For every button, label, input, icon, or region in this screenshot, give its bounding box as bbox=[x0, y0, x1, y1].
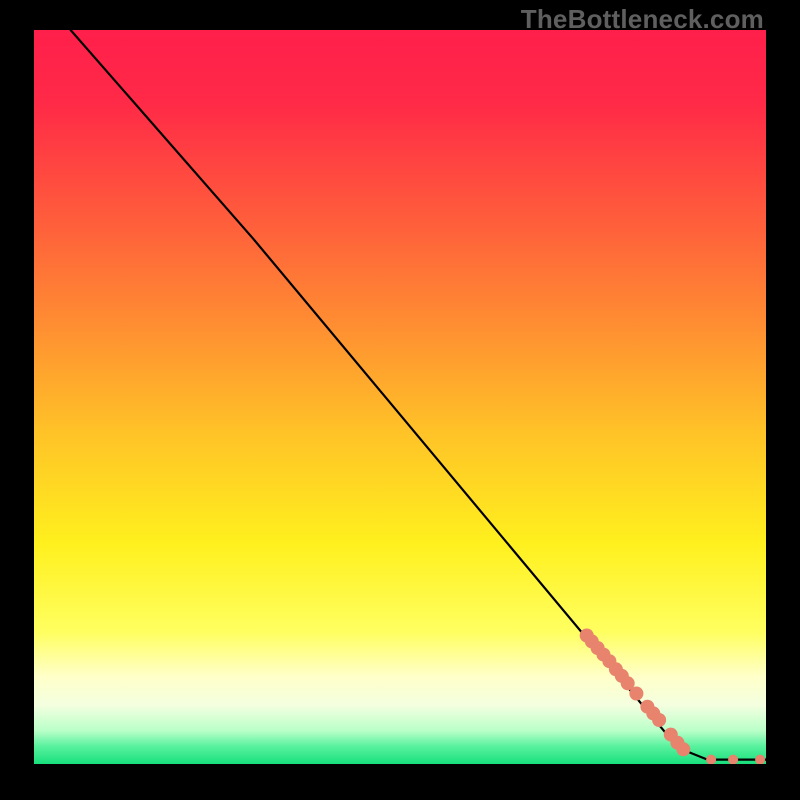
data-marker bbox=[629, 687, 643, 701]
chart-background bbox=[34, 30, 766, 764]
data-marker bbox=[676, 742, 690, 756]
data-marker bbox=[652, 713, 666, 727]
chart-svg bbox=[34, 30, 766, 764]
chart-plot-area bbox=[34, 30, 766, 764]
